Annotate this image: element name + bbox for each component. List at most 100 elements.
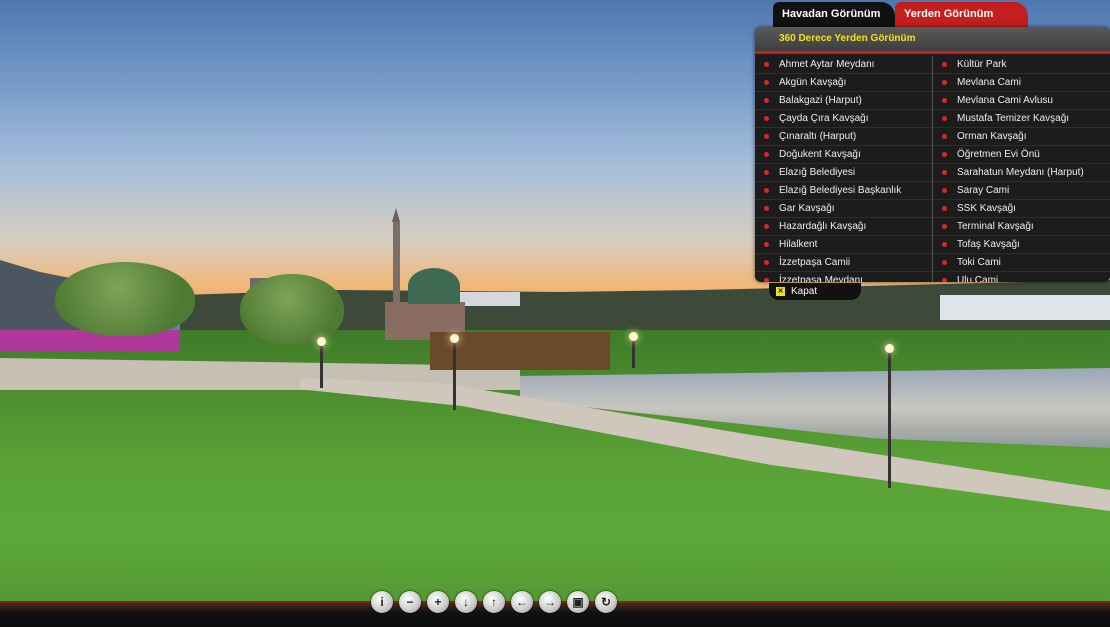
location-label: Terminal Kavşağı <box>957 221 1034 232</box>
location-label: Tofaş Kavşağı <box>957 239 1020 250</box>
location-item[interactable]: Mevlana Cami Avlusu <box>933 92 1110 110</box>
location-item[interactable]: Ulu Cami <box>933 272 1110 282</box>
location-label: Toki Cami <box>957 257 1001 268</box>
close-icon: ✕ <box>776 287 785 296</box>
location-item[interactable]: İzzetpaşa Camii <box>755 254 932 272</box>
location-item[interactable]: Çayda Çıra Kavşağı <box>755 110 932 128</box>
street-lamp <box>317 337 326 388</box>
bullet-icon <box>764 116 769 121</box>
location-item[interactable]: Doğukent Kavşağı <box>755 146 932 164</box>
bullet-icon <box>942 260 947 265</box>
bullet-icon <box>764 98 769 103</box>
location-item[interactable]: Gar Kavşağı <box>755 200 932 218</box>
arrow-down-icon[interactable]: ↓ <box>455 591 477 613</box>
location-item[interactable]: Kültür Park <box>933 56 1110 74</box>
location-label: Akgün Kavşağı <box>779 77 847 88</box>
minaret-tip <box>392 208 400 222</box>
location-item[interactable]: Mevlana Cami <box>933 74 1110 92</box>
location-label: Hazardağlı Kavşağı <box>779 221 867 232</box>
bullet-icon <box>942 62 947 67</box>
location-item[interactable]: Terminal Kavşağı <box>933 218 1110 236</box>
location-item[interactable]: Toki Cami <box>933 254 1110 272</box>
bullet-icon <box>764 62 769 67</box>
bullet-icon <box>942 98 947 103</box>
viewer-controls: i − + ↓ ↑ ← → ▣ ↻ <box>371 591 617 613</box>
location-label: Hilalkent <box>779 239 818 250</box>
tab-ground-view[interactable]: Yerden Görünüm <box>895 2 1028 27</box>
info-icon[interactable]: i <box>371 591 393 613</box>
location-item[interactable]: Saray Cami <box>933 182 1110 200</box>
bullet-icon <box>764 206 769 211</box>
location-label: Sarahatun Meydanı (Harput) <box>957 167 1084 178</box>
bullet-icon <box>764 260 769 265</box>
location-item[interactable]: Hazardağlı Kavşağı <box>755 218 932 236</box>
bullet-icon <box>764 188 769 193</box>
location-item[interactable]: Sarahatun Meydanı (Harput) <box>933 164 1110 182</box>
bullet-icon <box>764 278 769 282</box>
bullet-icon <box>942 278 947 282</box>
location-label: Orman Kavşağı <box>957 131 1027 142</box>
bullet-icon <box>942 80 947 85</box>
close-button[interactable]: ✕ Kapat <box>769 283 861 300</box>
arrow-left-icon[interactable]: ← <box>511 591 533 613</box>
location-label: Gar Kavşağı <box>779 203 835 214</box>
bullet-icon <box>764 152 769 157</box>
panel-title: 360 Derece Yerden Görünüm <box>755 27 1110 54</box>
bullet-icon <box>764 242 769 247</box>
street-lamp <box>885 344 894 488</box>
location-item[interactable]: Ahmet Aytar Meydanı <box>755 56 932 74</box>
bullet-icon <box>942 242 947 247</box>
canopy-structure <box>55 262 195 336</box>
location-label: Çınaraltı (Harput) <box>779 131 857 142</box>
location-label: Mevlana Cami <box>957 77 1021 88</box>
location-label: Ahmet Aytar Meydanı <box>779 59 875 70</box>
location-item[interactable]: Akgün Kavşağı <box>755 74 932 92</box>
autorotate-icon[interactable]: ↻ <box>595 591 617 613</box>
location-item[interactable]: Mustafa Temizer Kavşağı <box>933 110 1110 128</box>
zoom-in-icon[interactable]: + <box>427 591 449 613</box>
arrow-up-icon[interactable]: ↑ <box>483 591 505 613</box>
location-label: Saray Cami <box>957 185 1010 196</box>
location-item[interactable]: Orman Kavşağı <box>933 128 1110 146</box>
canopy-structure <box>240 274 344 344</box>
location-item[interactable]: Öğretmen Evi Önü <box>933 146 1110 164</box>
bullet-icon <box>942 206 947 211</box>
location-item[interactable]: İzzetpaşa Meydanı <box>755 272 932 282</box>
location-item[interactable]: Balakgazi (Harput) <box>755 92 932 110</box>
mosque-dome <box>408 268 460 304</box>
location-list-left: Ahmet Aytar Meydanı Akgün Kavşağı Balakgaz… <box>755 56 933 282</box>
tab-aerial-view[interactable]: Havadan Görünüm <box>773 2 895 27</box>
street-lamp <box>629 332 638 368</box>
view-tabs: Havadan Görünüm Yerden Görünüm <box>773 2 1028 29</box>
location-item[interactable]: SSK Kavşağı <box>933 200 1110 218</box>
location-label: Balakgazi (Harput) <box>779 95 862 106</box>
location-label: Öğretmen Evi Önü <box>957 149 1040 160</box>
location-item[interactable]: Hilalkent <box>755 236 932 254</box>
location-item[interactable]: Elazığ Belediyesi <box>755 164 932 182</box>
bullet-icon <box>942 224 947 229</box>
location-label: Elazığ Belediyesi Başkanlık <box>779 185 902 196</box>
street-lamp <box>450 334 459 410</box>
fullscreen-icon[interactable]: ▣ <box>567 591 589 613</box>
arrow-right-icon[interactable]: → <box>539 591 561 613</box>
location-item[interactable]: Tofaş Kavşağı <box>933 236 1110 254</box>
location-item[interactable]: Elazığ Belediyesi Başkanlık <box>755 182 932 200</box>
zoom-out-icon[interactable]: − <box>399 591 421 613</box>
minaret <box>393 222 400 302</box>
bullet-icon <box>764 80 769 85</box>
location-label: Mevlana Cami Avlusu <box>957 95 1053 106</box>
bullet-icon <box>942 134 947 139</box>
location-label: Elazığ Belediyesi <box>779 167 856 178</box>
close-label: Kapat <box>791 286 818 297</box>
location-label: SSK Kavşağı <box>957 203 1016 214</box>
location-item[interactable]: Çınaraltı (Harput) <box>755 128 932 146</box>
bullet-icon <box>942 116 947 121</box>
location-label: İzzetpaşa Camii <box>779 257 851 268</box>
location-label: Kültür Park <box>957 59 1007 70</box>
location-label: İzzetpaşa Meydanı <box>779 275 863 282</box>
location-label: Doğukent Kavşağı <box>779 149 861 160</box>
location-label: Mustafa Temizer Kavşağı <box>957 113 1070 124</box>
bullet-icon <box>942 152 947 157</box>
bullet-icon <box>942 188 947 193</box>
location-label: Ulu Cami <box>957 275 999 282</box>
